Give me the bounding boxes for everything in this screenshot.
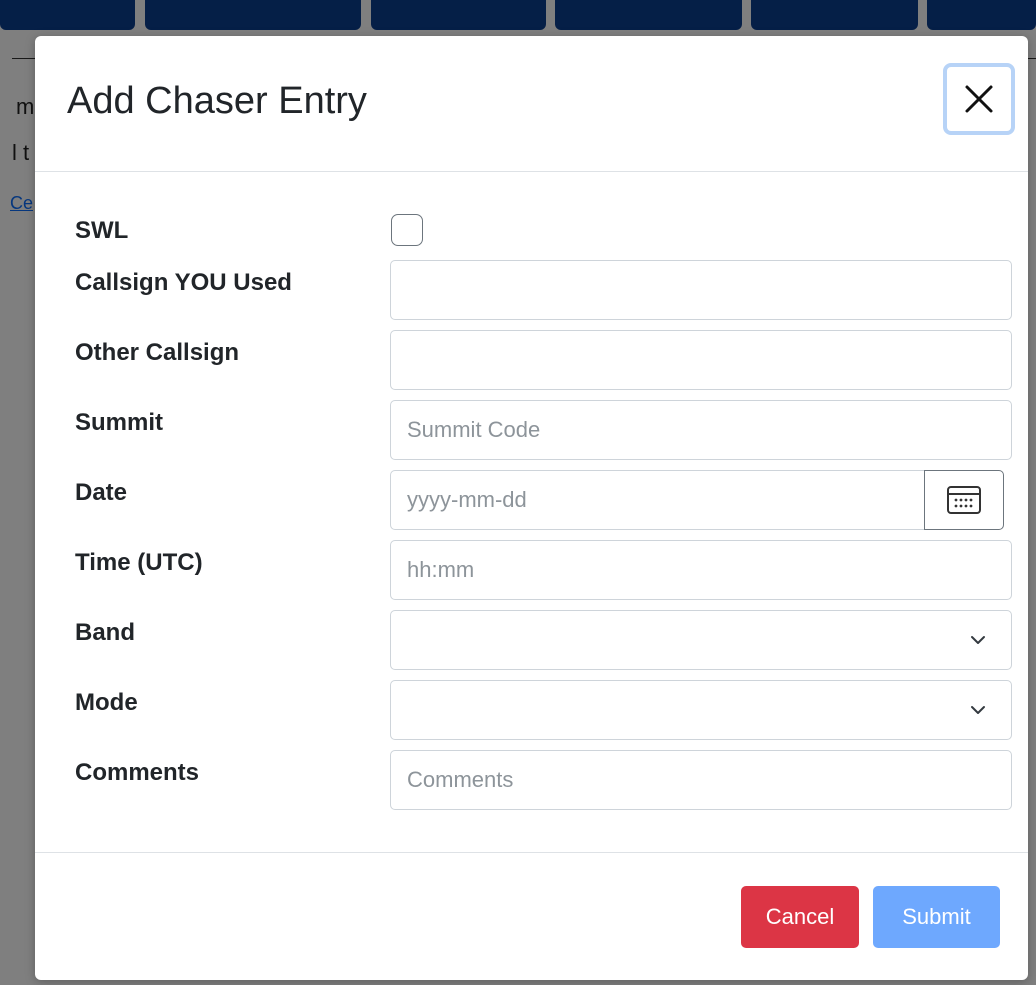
other-callsign-row: Other Callsign (35, 330, 1028, 390)
modal-footer-divider (35, 852, 1028, 853)
summit-row: Summit (35, 400, 1028, 460)
band-label: Band (75, 619, 135, 646)
mode-row: Mode (35, 680, 1028, 740)
date-input[interactable] (390, 470, 926, 530)
calendar-icon (947, 486, 981, 514)
comments-label: Comments (75, 759, 200, 786)
other-callsign-label: Other Callsign (75, 339, 240, 366)
mode-select[interactable] (390, 680, 1012, 740)
chevron-down-icon (971, 636, 985, 644)
comments-row: Comments (35, 750, 1028, 810)
time-input[interactable] (390, 540, 1012, 600)
modal-header: Add Chaser Entry (35, 36, 1028, 172)
chevron-down-icon (971, 706, 985, 714)
swl-checkbox[interactable] (391, 214, 423, 246)
comments-input[interactable] (390, 750, 1012, 810)
modal-title: Add Chaser Entry (67, 80, 367, 122)
band-row: Band (35, 610, 1028, 670)
time-label: Time (UTC) (75, 549, 203, 576)
close-icon (965, 85, 993, 113)
mode-label: Mode (75, 689, 138, 716)
cancel-button[interactable]: Cancel (741, 886, 859, 948)
time-row: Time (UTC) (35, 540, 1028, 600)
callsign-used-label: Callsign YOU Used (75, 269, 292, 296)
callsign-used-input[interactable] (390, 260, 1012, 320)
band-select[interactable] (390, 610, 1012, 670)
callsign-used-row: Callsign YOU Used (35, 260, 1028, 320)
date-label: Date (75, 479, 128, 506)
submit-button[interactable]: Submit (873, 886, 1000, 948)
date-row: Date (35, 470, 1028, 530)
other-callsign-input[interactable] (390, 330, 1012, 390)
add-chaser-entry-dialog: Add Chaser Entry SWL Callsign YOU Used O… (35, 36, 1028, 980)
summit-code-input[interactable] (390, 400, 1012, 460)
swl-label: SWL (75, 217, 129, 244)
summit-label: Summit (75, 409, 164, 436)
close-button[interactable] (943, 63, 1015, 135)
date-picker-button[interactable] (924, 470, 1004, 530)
